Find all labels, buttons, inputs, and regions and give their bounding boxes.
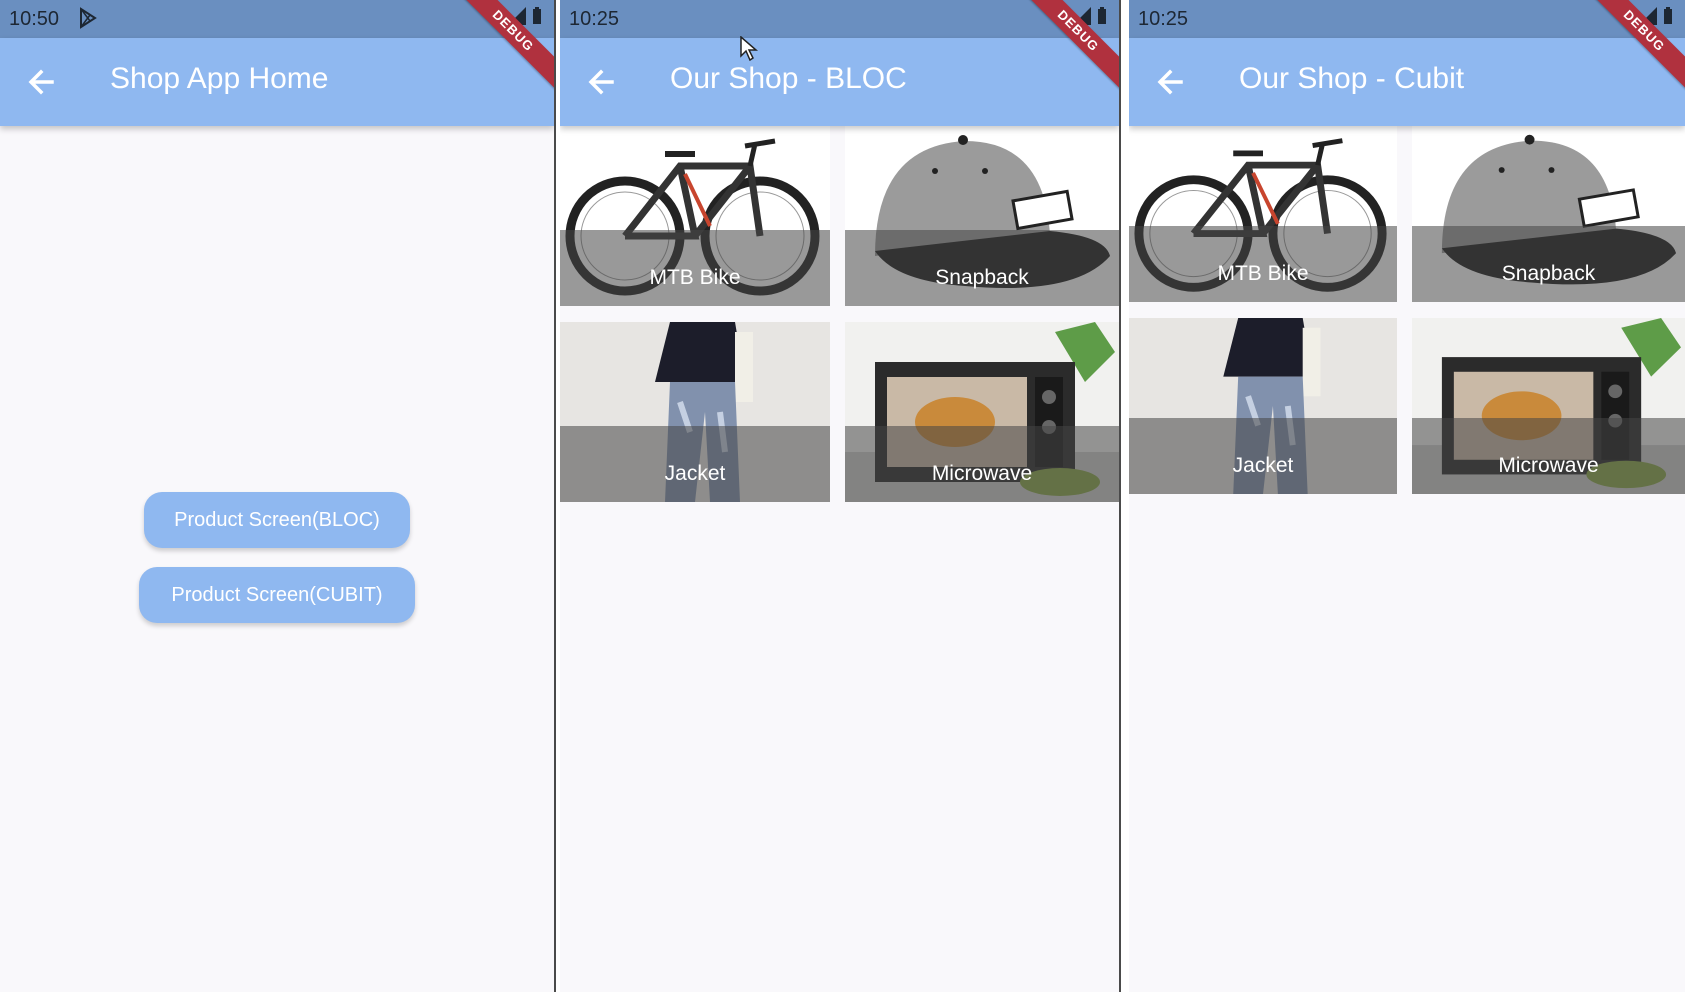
product-name: Snapback	[1501, 262, 1596, 285]
product-name: Jacket	[664, 462, 726, 485]
app-bar: Our Shop - Cubit	[1129, 38, 1685, 126]
battery-icon	[1663, 7, 1673, 31]
battery-icon	[532, 7, 542, 31]
phone-screen-cubit: 10:25 DEBUG Our Shop - Cubit MTB Bike Sn…	[1129, 0, 1685, 992]
product-name: Microwave	[931, 462, 1033, 485]
product-tile-microwave[interactable]: Microwave	[1412, 318, 1685, 494]
status-time: 10:50	[9, 8, 60, 30]
status-bar: 10:50	[0, 0, 554, 38]
product-name: Jacket	[1232, 454, 1294, 477]
product-screen-bloc-button[interactable]: Product Screen(BLOC)	[144, 492, 410, 548]
page-title: Our Shop - Cubit	[1239, 62, 1465, 95]
product-tile-snapback[interactable]: Snapback	[1412, 126, 1685, 302]
battery-icon	[1097, 7, 1107, 31]
product-name: MTB Bike	[1217, 262, 1309, 285]
status-bar: 10:25	[1129, 0, 1685, 38]
page-title: Our Shop - BLOC	[670, 62, 907, 95]
phone-screen-bloc: 10:25 DEBUG Our Shop - BLOC MTB Bike Sna…	[560, 0, 1119, 992]
product-name: Snapback	[935, 266, 1029, 289]
phone-screen-home: 10:50 DEBUG Shop App Home Product Screen…	[0, 0, 554, 992]
app-bar: Shop App Home	[0, 38, 554, 126]
play-store-icon	[78, 7, 98, 35]
product-screen-cubit-button[interactable]: Product Screen(CUBIT)	[139, 567, 415, 623]
product-name: Microwave	[1498, 454, 1599, 477]
back-arrow-icon[interactable]	[584, 64, 620, 100]
status-bar: 10:25	[560, 0, 1119, 38]
product-tile-snapback[interactable]: Snapback	[845, 126, 1119, 306]
mouse-cursor-icon	[740, 35, 759, 67]
product-tile-microwave[interactable]: Microwave	[845, 322, 1119, 502]
product-tile-jacket[interactable]: Jacket	[1129, 318, 1397, 494]
app-bar: Our Shop - BLOC	[560, 38, 1119, 126]
status-time: 10:25	[569, 8, 620, 30]
page-title: Shop App Home	[110, 62, 329, 95]
divider	[554, 0, 556, 992]
product-tile-mtb-bike[interactable]: MTB Bike	[560, 126, 830, 306]
divider	[1119, 0, 1121, 992]
product-tile-jacket[interactable]: Jacket	[560, 322, 830, 502]
back-arrow-icon[interactable]	[1153, 64, 1189, 100]
back-arrow-icon[interactable]	[24, 64, 60, 100]
product-tile-mtb-bike[interactable]: MTB Bike	[1129, 126, 1397, 302]
status-time: 10:25	[1138, 8, 1189, 30]
product-name: MTB Bike	[649, 266, 741, 289]
